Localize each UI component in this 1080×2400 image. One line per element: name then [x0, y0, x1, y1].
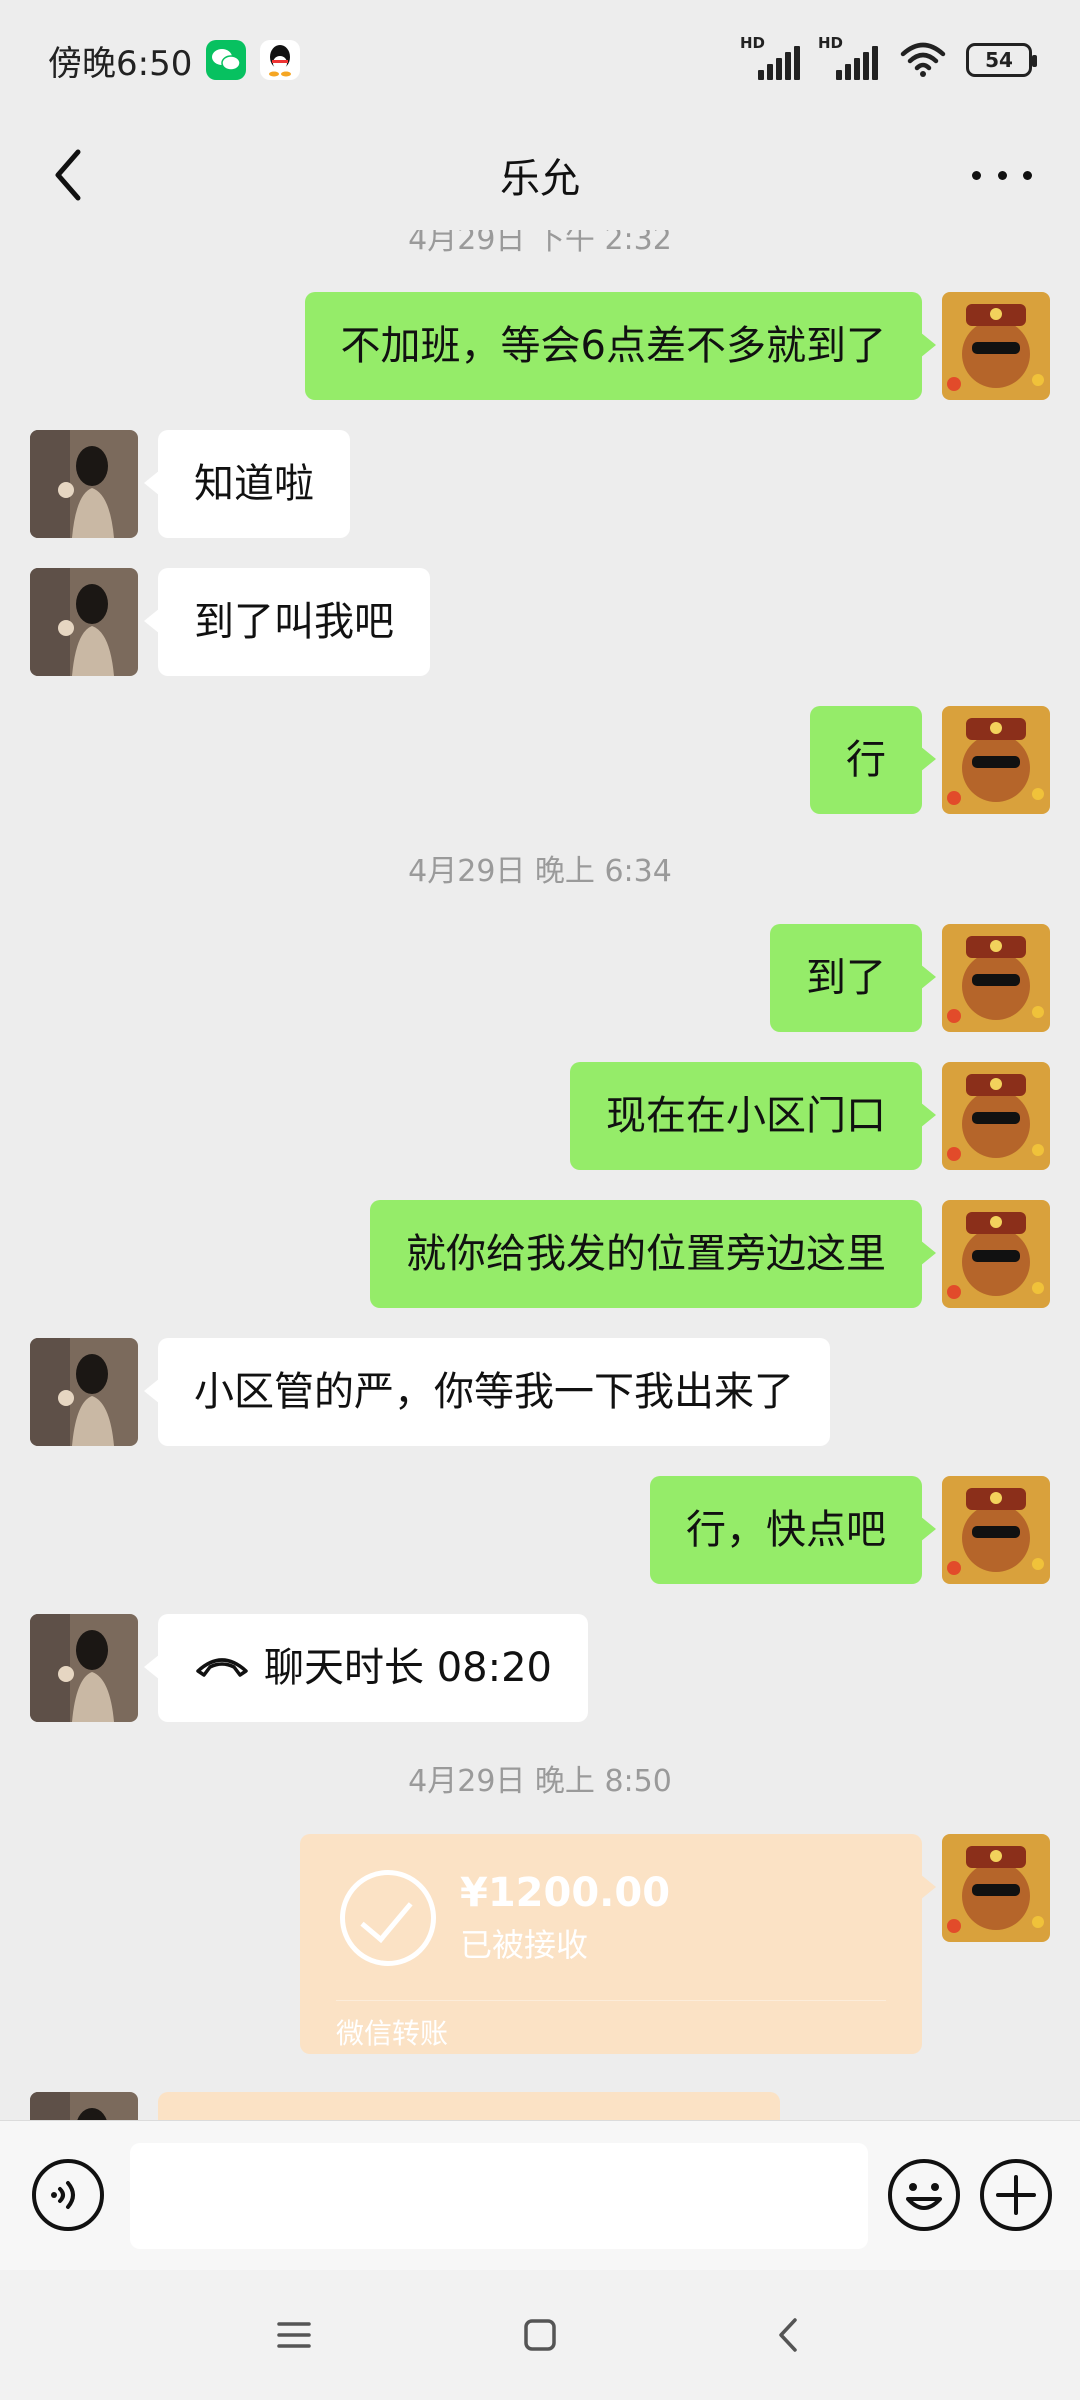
my-avatar[interactable]	[942, 1062, 1050, 1170]
timestamp: 4月29日 晚上 8:50	[408, 1764, 672, 1799]
contact-avatar[interactable]	[30, 1614, 138, 1722]
input-bar	[0, 2120, 1080, 2270]
transfer-card[interactable]: ¥1200.00 已被接收 微信转账	[300, 1834, 936, 2054]
plus-icon[interactable]	[978, 2157, 1054, 2233]
my-avatar[interactable]	[942, 1200, 1050, 1308]
contact-avatar[interactable]	[30, 568, 138, 676]
menu-icon[interactable]	[267, 2308, 321, 2362]
my-avatar[interactable]	[942, 292, 1050, 400]
phone-hangup-icon	[196, 1658, 248, 1677]
transfer-card-partial[interactable]	[158, 2092, 780, 2120]
transfer-divider	[336, 2000, 886, 2001]
message-bubble-sent[interactable]: 行，快点吧	[650, 1476, 936, 1584]
my-avatar[interactable]	[942, 1834, 1050, 1942]
qq-icon	[260, 40, 301, 80]
back-nav-icon[interactable]	[763, 2308, 817, 2362]
my-avatar[interactable]	[942, 1476, 1050, 1584]
emoji-icon[interactable]	[886, 2157, 962, 2233]
voice-input-icon[interactable]	[30, 2157, 106, 2233]
back-icon[interactable]	[42, 142, 102, 208]
home-icon[interactable]	[513, 2308, 567, 2362]
status-time: 傍晚6:50	[48, 43, 193, 84]
wifi-icon	[900, 42, 946, 77]
my-avatar[interactable]	[942, 924, 1050, 1032]
timestamp: 4月29日 晚上 6:34	[408, 854, 672, 889]
message-bubble-received[interactable]: 到了叫我吧	[144, 568, 430, 676]
check-circle-icon	[340, 1870, 436, 1966]
my-avatar[interactable]	[942, 706, 1050, 814]
more-options-icon[interactable]	[972, 160, 1032, 190]
message-bubble-sent[interactable]: 不加班，等会6点差不多就到了	[304, 292, 937, 400]
message-bubble-sent[interactable]: 到了	[770, 924, 936, 1032]
signal-1-icon: HD	[740, 34, 800, 80]
message-bubble-received[interactable]: 小区管的严，你等我一下我出来了	[144, 1338, 830, 1446]
transfer-label: 微信转账	[336, 2017, 449, 2050]
message-bubble-sent[interactable]: 现在在小区门口	[570, 1062, 936, 1170]
chat-area[interactable]: 4月29日 下午 2:32 不加班，等会6点差不多就到了 知道啦 到了叫我吧 行…	[0, 230, 1080, 2120]
system-nav-bar	[0, 2270, 1080, 2400]
chat-header: 乐允	[0, 120, 1080, 230]
timestamp: 4月29日 下午 2:32	[408, 230, 672, 257]
signal-2-icon: HD	[818, 34, 878, 80]
contact-avatar[interactable]	[30, 430, 138, 538]
message-bubble-sent[interactable]: 就你给我发的位置旁边这里	[370, 1200, 936, 1308]
transfer-amount: ¥1200.00	[460, 1870, 671, 1916]
contact-avatar[interactable]	[30, 2092, 138, 2120]
wechat-icon	[206, 40, 247, 80]
message-bubble-sent[interactable]: 行	[810, 706, 936, 814]
chat-title: 乐允	[500, 156, 580, 202]
battery-icon: 54	[966, 43, 1037, 77]
message-bubble-received[interactable]: 知道啦	[144, 430, 350, 538]
status-bar: 傍晚6:50 HD HD 54	[0, 0, 1080, 120]
transfer-status: 已被接收	[460, 1926, 589, 1964]
contact-avatar[interactable]	[30, 1338, 138, 1446]
message-input[interactable]	[130, 2143, 868, 2249]
voice-call-record[interactable]: 聊天时长 08:20	[144, 1614, 588, 1722]
call-duration-text: 聊天时长 08:20	[264, 1645, 552, 1691]
